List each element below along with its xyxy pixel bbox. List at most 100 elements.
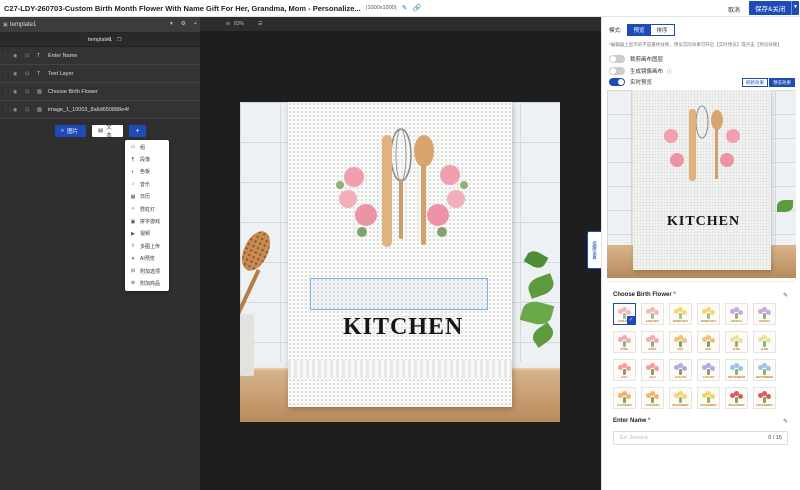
flower-option[interactable]: NOVEMBER <box>669 387 692 409</box>
layer-label: Enter Name <box>48 52 78 59</box>
chevron-down-icon[interactable]: ▼ <box>793 4 798 10</box>
layer-row[interactable]: ⋮⋮ ◉ ⊡ ▨ Choose Birth Flower <box>0 83 200 101</box>
flower-option[interactable]: OCTOBER <box>641 387 664 409</box>
preview-effect-button[interactable]: 预览效果 <box>769 78 795 87</box>
flower-option[interactable]: FEBRUARY <box>669 303 692 325</box>
settings-icon[interactable]: ⚙ <box>181 21 186 27</box>
whisk-handle <box>399 179 403 239</box>
flower-option[interactable]: JUNE <box>753 331 776 353</box>
lock-icon[interactable]: ⊡ <box>25 53 29 59</box>
tab-preview[interactable]: 预览 <box>627 25 651 35</box>
reminder-settings-tab[interactable]: 提醒设置 <box>587 231 601 269</box>
edit-icon[interactable]: ✎ <box>783 292 788 299</box>
flower-option[interactable]: MAY <box>697 331 720 353</box>
tab-sort[interactable]: 排序 <box>650 25 674 35</box>
menu-item-label: 多图上传 <box>140 243 161 250</box>
layers-panel: ▣ template1 ▾ ⚙ + ↶ template1 ✎ ❐ ⋮⋮◉⊡TE… <box>0 17 210 490</box>
menu-item-label: 附加商品 <box>140 280 161 287</box>
flower-option[interactable]: DECEMBER <box>725 387 748 409</box>
flower-option[interactable]: FEBRUARY <box>697 303 720 325</box>
add-icon[interactable]: + <box>194 21 197 27</box>
menu-item[interactable]: ✧ 霓虹灯 <box>125 203 169 215</box>
menu-item[interactable]: ◐ 色板 <box>125 166 169 178</box>
artboard[interactable]: KITCHEN <box>240 102 560 422</box>
tab-template1[interactable]: template1 <box>10 22 36 28</box>
flower-option[interactable]: APRIL <box>641 331 664 353</box>
name-input[interactable]: Ex: Jessica 0 / 15 <box>613 431 788 445</box>
eye-icon[interactable]: ◉ <box>13 107 17 113</box>
edit-icon[interactable]: ✎ <box>783 418 788 425</box>
lock-icon[interactable]: ⊡ <box>25 89 29 95</box>
eye-icon[interactable]: ◉ <box>13 71 17 77</box>
menu-item[interactable]: ♪ 音乐 <box>125 178 169 190</box>
flower-option[interactable]: JANUARY <box>641 303 664 325</box>
layer-row[interactable]: ⋮⋮ ◉ ⊡ ▨ image_1_10003_8a6d650888e4f <box>0 101 200 119</box>
layer-row[interactable]: ⋮⋮ ◉ ⊡ T Text Layer <box>0 65 200 83</box>
refresh-effect-button[interactable]: 刷新效果 <box>742 78 768 87</box>
flower-option[interactable]: DECEMBER <box>753 387 776 409</box>
zoom-level[interactable]: 83% <box>234 21 244 27</box>
flower-option[interactable]: MARCH <box>725 303 748 325</box>
name-text-bounding-box[interactable] <box>310 278 488 310</box>
flower-option[interactable]: OCTOBER <box>613 387 636 409</box>
menu-item[interactable]: ✦ AI预览 <box>125 253 169 265</box>
eye-icon[interactable]: ◉ <box>13 89 17 95</box>
kitchen-text[interactable]: KITCHEN <box>343 314 463 341</box>
edit-icon[interactable]: ✎ <box>107 37 111 43</box>
save-close-button[interactable]: 保存&关闭 ▼ <box>749 1 799 15</box>
menu-item[interactable]: ⊞ 附加选项 <box>125 265 169 277</box>
add-image-button[interactable]: ⌕ 图片 <box>55 125 86 137</box>
add-more-button[interactable]: + <box>129 125 146 137</box>
eye-icon[interactable]: ◉ <box>13 53 17 59</box>
link-icon[interactable]: 🔗 <box>412 4 421 12</box>
menu-item[interactable]: ⇪ 多图上传 <box>125 240 169 252</box>
layer-row[interactable]: ⋮⋮ ◉ ⊡ T Enter Name <box>0 47 200 65</box>
more-icon[interactable]: ☰ <box>258 21 262 27</box>
flower-option[interactable]: AUGUST <box>697 359 720 381</box>
neon-icon: ✧ <box>130 206 136 213</box>
drag-handle-icon[interactable]: ⋮⋮ <box>3 89 13 95</box>
drag-handle-icon[interactable]: ⋮⋮ <box>3 53 13 59</box>
cancel-button[interactable]: 取消 <box>728 5 740 14</box>
section-title: Choose Birth Flower <box>613 292 672 298</box>
drag-handle-icon[interactable]: ⋮⋮ <box>3 71 13 77</box>
flower-option[interactable]: JULY <box>641 359 664 381</box>
flower-option[interactable]: APRIL <box>613 331 636 353</box>
toggle-crop-layer[interactable]: 裁剪画布图层 <box>609 55 663 63</box>
zoom-out-icon[interactable]: ⊖ <box>226 21 230 27</box>
menu-item[interactable]: ▦ 日历 <box>125 191 169 203</box>
flower-option[interactable]: MAY <box>669 331 692 353</box>
mirror-canvas-switch[interactable] <box>609 67 625 75</box>
live-preview-switch[interactable] <box>609 78 625 86</box>
rose <box>355 204 377 226</box>
menu-item[interactable]: ▶ 视频 <box>125 228 169 240</box>
flower-option[interactable]: AUGUST <box>669 359 692 381</box>
lock-icon[interactable]: ⊡ <box>25 107 29 113</box>
crop-layer-switch[interactable] <box>609 55 625 63</box>
towel-design-graphic <box>336 128 468 247</box>
lock-icon[interactable]: ⊡ <box>25 71 29 77</box>
toggle-live-preview[interactable]: 实时预览 <box>609 78 652 86</box>
menu-item[interactable]: ⊕ 附加商品 <box>125 277 169 289</box>
flower-option[interactable]: SEPTEMBER <box>725 359 748 381</box>
copy-icon[interactable]: ❐ <box>117 37 121 43</box>
flower-month-label: OCTOBER <box>645 403 660 407</box>
toggle-mirror-canvas[interactable]: 生成镜像画布 ⓘ <box>609 67 672 75</box>
flower-option[interactable]: JANUARY ✓ <box>613 303 636 325</box>
drag-handle-icon[interactable]: ⋮⋮ <box>3 107 13 113</box>
flower-option[interactable]: JUNE <box>725 331 748 353</box>
chevron-down-icon[interactable]: ▾ <box>170 21 173 27</box>
rolling-pin <box>382 135 392 247</box>
edit-icon[interactable]: ✎ <box>402 4 408 12</box>
menu-item[interactable]: ▣ 拼字游戏 <box>125 215 169 227</box>
flower-option[interactable]: MARCH <box>753 303 776 325</box>
help-icon[interactable]: ⓘ <box>667 68 672 75</box>
add-text-button[interactable]: ▤ 文本 <box>92 125 123 139</box>
menu-item[interactable]: ¶ 段落 <box>125 153 169 165</box>
flower-option[interactable]: JULY <box>613 359 636 381</box>
flower-icon <box>702 391 715 403</box>
flower-option[interactable]: NOVEMBER <box>697 387 720 409</box>
flower-option[interactable]: SEPTEMBER <box>753 359 776 381</box>
menu-item[interactable]: ▭ 组 <box>125 141 169 153</box>
rose <box>726 129 740 143</box>
